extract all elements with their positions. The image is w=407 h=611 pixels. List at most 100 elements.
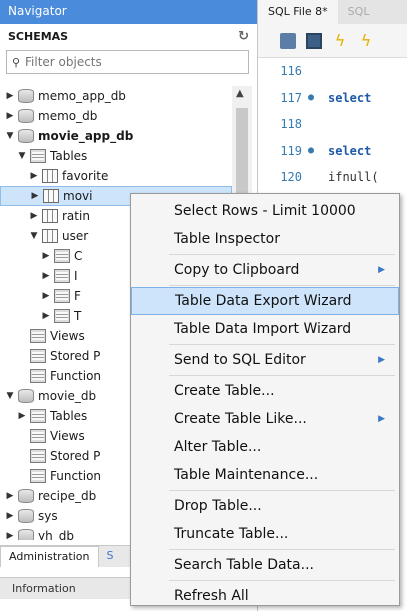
line-number: 120	[280, 170, 302, 185]
code-area[interactable]: 116 117 ● select 118 119 ● select 120 ifnull(	[258, 58, 407, 191]
submenu-arrow-icon: ▶	[378, 414, 385, 424]
menu-item-create-table[interactable]: Create Table...	[131, 377, 399, 405]
refresh-icon[interactable]: ↻	[238, 29, 249, 44]
expanded-arrow-icon[interactable]: ▼	[4, 391, 16, 401]
open-folder-icon[interactable]	[280, 32, 296, 49]
collapsed-arrow-icon[interactable]: ▶	[29, 191, 41, 201]
tree-item-label: Function	[50, 369, 102, 383]
tree-item[interactable]: ▶ memo_app_db	[0, 86, 232, 106]
collapsed-arrow-icon[interactable]: ▶	[4, 111, 16, 121]
statement-marker-icon: ●	[308, 92, 315, 104]
save-icon[interactable]	[306, 32, 322, 49]
tree-item-label: C	[74, 249, 83, 263]
menu-item-label: Table Data Export Wizard	[175, 293, 352, 309]
tree-item[interactable]: ▼ movie_app_db	[0, 126, 232, 146]
tree-item-label: favorite	[62, 169, 109, 183]
menu-item-table-maintenance[interactable]: Table Maintenance...	[131, 461, 399, 489]
menu-separator	[169, 375, 395, 376]
database-icon	[18, 109, 34, 123]
execute-icon[interactable]: ϟ	[332, 32, 348, 49]
menu-item-table-data-import-wizard[interactable]: Table Data Import Wizard	[131, 315, 399, 343]
tree-item[interactable]: ▶ memo_db	[0, 106, 232, 126]
collapsed-arrow-icon[interactable]: ▶	[28, 211, 40, 221]
filter-input[interactable]	[25, 55, 215, 69]
database-icon	[18, 129, 34, 143]
folder-icon	[54, 269, 70, 283]
code-text: ifnull(	[328, 170, 379, 185]
navigator-title: Navigator	[8, 4, 67, 18]
tree-item-label: T	[74, 309, 82, 323]
menu-item-table-inspector[interactable]: Table Inspector	[131, 225, 399, 253]
collapsed-arrow-icon[interactable]: ▶	[4, 91, 16, 101]
tab-administration[interactable]: Administration	[0, 546, 99, 567]
table-icon	[43, 189, 59, 203]
statement-marker-icon: ●	[308, 145, 315, 157]
folder-icon	[54, 249, 70, 263]
menu-item-copy-to-clipboard[interactable]: Copy to Clipboard ▶	[131, 256, 399, 284]
collapsed-arrow-icon[interactable]: ▶	[28, 171, 40, 181]
menu-item-label: Search Table Data...	[174, 557, 314, 573]
tree-item-label: ratin	[62, 209, 90, 223]
expanded-arrow-icon[interactable]: ▼	[4, 131, 16, 141]
tree-item-label: memo_app_db	[38, 89, 126, 103]
folder-icon	[54, 309, 70, 323]
table-icon	[42, 229, 58, 243]
expanded-arrow-icon[interactable]: ▼	[16, 151, 28, 161]
menu-item-create-table-like[interactable]: Create Table Like... ▶	[131, 405, 399, 433]
line-number: 119	[280, 143, 302, 158]
line-number: 117	[280, 90, 302, 105]
collapsed-arrow-icon[interactable]: ▶	[40, 291, 52, 301]
collapsed-arrow-icon[interactable]: ▶	[16, 411, 28, 421]
navigator-header: Navigator	[0, 0, 257, 24]
menu-item-label: Send to SQL Editor	[174, 352, 306, 368]
scroll-up-icon[interactable]: ▲	[236, 88, 244, 99]
expanded-arrow-icon[interactable]: ▼	[28, 231, 40, 241]
code-line: 117 ● select	[258, 85, 407, 112]
database-icon	[18, 489, 34, 503]
menu-item-truncate-table[interactable]: Truncate Table...	[131, 520, 399, 548]
menu-item-refresh-all[interactable]: Refresh All	[131, 582, 399, 610]
database-icon	[18, 529, 34, 540]
code-line: 120 ifnull(	[258, 164, 407, 191]
menu-separator	[169, 549, 395, 550]
menu-item-send-to-sql-editor[interactable]: Send to SQL Editor ▶	[131, 346, 399, 374]
tab-schemas[interactable]: S	[99, 546, 122, 567]
menu-item-alter-table[interactable]: Alter Table...	[131, 433, 399, 461]
tree-item[interactable]: ▶ favorite	[0, 166, 232, 186]
tree-item-label: I	[74, 269, 78, 283]
folder-icon	[30, 469, 46, 483]
collapsed-arrow-icon[interactable]: ▶	[40, 271, 52, 281]
menu-item-table-data-export-wizard[interactable]: Table Data Export Wizard	[131, 287, 399, 315]
tab-sql-file-8[interactable]: SQL File 8*	[258, 0, 338, 24]
menu-separator	[169, 254, 395, 255]
folder-icon	[30, 449, 46, 463]
menu-item-search-table-data[interactable]: Search Table Data...	[131, 551, 399, 579]
code-line: 116	[258, 58, 407, 85]
menu-item-label: Create Table...	[174, 383, 275, 399]
execute-current-icon[interactable]: ϟ	[358, 32, 374, 49]
collapsed-arrow-icon[interactable]: ▶	[4, 491, 16, 501]
menu-item-label: Select Rows - Limit 10000	[174, 203, 356, 219]
schemas-bar: SCHEMAS ↻	[0, 24, 257, 48]
tree-item[interactable]: ▼ Tables	[0, 146, 232, 166]
collapsed-arrow-icon[interactable]: ▶	[4, 511, 16, 521]
menu-item-label: Truncate Table...	[174, 526, 289, 542]
collapsed-arrow-icon[interactable]: ▶	[4, 531, 16, 540]
tree-item-label: movie_app_db	[38, 129, 134, 143]
tab-sql[interactable]: SQL	[338, 0, 380, 24]
menu-item-select-rows-limit-10000[interactable]: Select Rows - Limit 10000	[131, 197, 399, 225]
code-text: select	[328, 143, 372, 158]
folder-icon	[30, 349, 46, 363]
search-icon: ⚲	[11, 55, 21, 69]
code-text: select	[328, 90, 372, 105]
information-label: Information	[12, 582, 76, 595]
collapsed-arrow-icon[interactable]: ▶	[40, 251, 52, 261]
menu-item-drop-table[interactable]: Drop Table...	[131, 492, 399, 520]
tree-item-label: movi	[63, 189, 93, 203]
folder-icon	[30, 329, 46, 343]
tree-item-label: Stored P	[50, 349, 101, 363]
collapsed-arrow-icon[interactable]: ▶	[40, 311, 52, 321]
tree-item-label: F	[74, 289, 81, 303]
menu-item-label: Create Table Like...	[174, 411, 307, 427]
tree-item-label: Tables	[50, 409, 88, 423]
